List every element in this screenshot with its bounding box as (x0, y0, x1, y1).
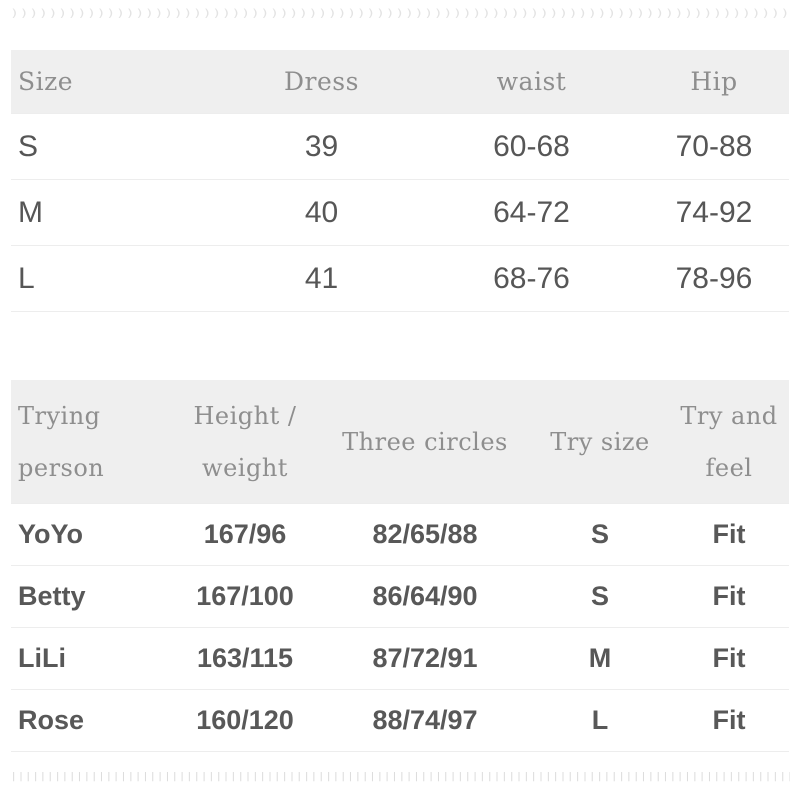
size-cell-waist: 64-72 (424, 179, 639, 246)
fit-cell-three-circles: 86/64/90 (319, 565, 531, 628)
fit-header-three-circles: Three circles (342, 427, 508, 456)
size-cell-waist: 60-68 (424, 113, 639, 180)
fit-cell-height-weight: 167/96 (171, 503, 319, 566)
bottom-decorative-edge: ||||||||||||||||||||||||||||||||||||||||… (10, 772, 790, 782)
try-on-table-header-row: Trying person Height / weight Three circ… (11, 380, 789, 504)
size-cell-hip: 74-92 (639, 179, 789, 246)
bottom-edge-ticks: ||||||||||||||||||||||||||||||||||||||||… (10, 772, 790, 782)
fit-header-person: Trying person (11, 380, 171, 504)
size-cell-hip: 70-88 (639, 113, 789, 180)
table-row: Rose 160/120 88/74/97 L Fit (11, 689, 789, 752)
size-table-header-row: Size Dress waist Hip (11, 50, 789, 114)
fit-cell-three-circles: 87/72/91 (319, 627, 531, 690)
size-header-size: Size (18, 67, 74, 96)
fit-cell-try-size: L (531, 689, 669, 752)
fit-header-try-size: Try size (550, 427, 650, 456)
fit-cell-person: Betty (11, 565, 171, 628)
fit-header-height-weight-line2: weight (202, 453, 288, 482)
size-cell-dress: 41 (219, 245, 424, 312)
fit-header-person-line1: Trying (18, 401, 101, 430)
fit-header-try-and-feel-line1: Try and (680, 401, 778, 430)
size-cell-hip: 78-96 (639, 245, 789, 312)
size-header-dress: Dress (284, 67, 359, 96)
fit-header-height-weight-line1: Height / (193, 401, 297, 430)
fit-header-height-weight: Height / weight (171, 380, 319, 504)
try-on-table: Trying person Height / weight Three circ… (11, 380, 789, 752)
fit-cell-three-circles: 82/65/88 (319, 503, 531, 566)
fit-header-try-and-feel: Try and feel (669, 380, 789, 504)
top-edge-ticks: ))))))))))))))))))))))))))))))))))))))))… (10, 8, 790, 20)
size-table-body: S 39 60-68 70-88 M 40 64-72 74-92 L 41 6… (11, 113, 789, 312)
fit-header-try-and-feel-line2: feel (705, 453, 753, 482)
try-on-table-head: Trying person Height / weight Three circ… (11, 380, 789, 504)
size-header-hip: Hip (690, 67, 738, 96)
fit-cell-person: YoYo (11, 503, 171, 566)
fit-cell-feel: Fit (669, 627, 789, 690)
top-decorative-edge: ))))))))))))))))))))))))))))))))))))))))… (10, 8, 790, 22)
table-row: S 39 60-68 70-88 (11, 113, 789, 180)
fit-cell-height-weight: 160/120 (171, 689, 319, 752)
size-chart-page: ))))))))))))))))))))))))))))))))))))))))… (0, 0, 800, 800)
table-row: LiLi 163/115 87/72/91 M Fit (11, 627, 789, 690)
size-table: Size Dress waist Hip S 39 60-68 70-88 M … (11, 50, 789, 312)
table-row: Betty 167/100 86/64/90 S Fit (11, 565, 789, 628)
size-table-head: Size Dress waist Hip (11, 50, 789, 114)
size-cell-dress: 39 (219, 113, 424, 180)
fit-cell-feel: Fit (669, 503, 789, 566)
size-header-waist: waist (496, 67, 567, 96)
fit-cell-height-weight: 163/115 (171, 627, 319, 690)
fit-header-person-line2: person (18, 453, 105, 482)
table-row: YoYo 167/96 82/65/88 S Fit (11, 503, 789, 566)
fit-cell-try-size: M (531, 627, 669, 690)
try-on-table-body: YoYo 167/96 82/65/88 S Fit Betty 167/100… (11, 503, 789, 752)
size-cell-size: S (11, 113, 219, 180)
fit-cell-try-size: S (531, 503, 669, 566)
table-row: M 40 64-72 74-92 (11, 179, 789, 246)
fit-cell-three-circles: 88/74/97 (319, 689, 531, 752)
table-row: L 41 68-76 78-96 (11, 245, 789, 312)
fit-cell-feel: Fit (669, 689, 789, 752)
fit-cell-height-weight: 167/100 (171, 565, 319, 628)
size-cell-waist: 68-76 (424, 245, 639, 312)
fit-cell-person: Rose (11, 689, 171, 752)
size-cell-size: M (11, 179, 219, 246)
fit-cell-person: LiLi (11, 627, 171, 690)
size-cell-dress: 40 (219, 179, 424, 246)
fit-cell-feel: Fit (669, 565, 789, 628)
size-cell-size: L (11, 245, 219, 312)
fit-cell-try-size: S (531, 565, 669, 628)
